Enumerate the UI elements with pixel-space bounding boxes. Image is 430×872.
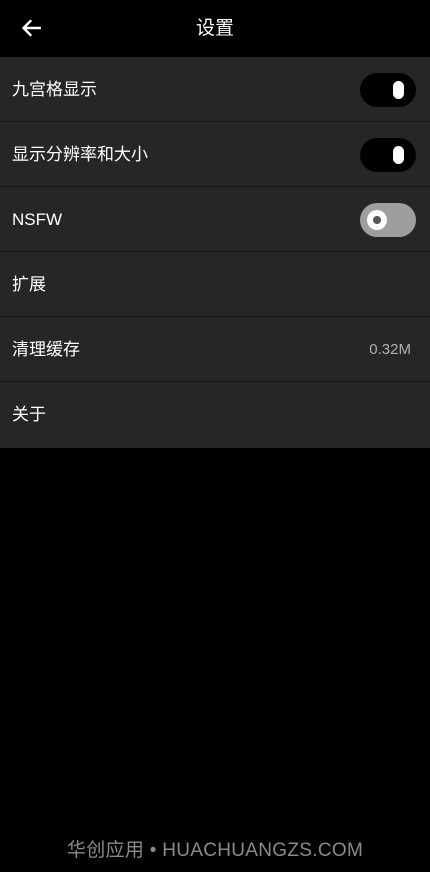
show-resolution-toggle[interactable]: [360, 138, 416, 172]
setting-clear-cache[interactable]: 清理缓存 0.32M: [0, 317, 430, 382]
grid-display-toggle[interactable]: [360, 73, 416, 107]
setting-show-resolution-label: 显示分辨率和大小: [12, 145, 148, 165]
toggle-knob: [367, 210, 387, 230]
setting-grid-display-label: 九宫格显示: [12, 80, 97, 100]
setting-show-resolution[interactable]: 显示分辨率和大小: [0, 122, 430, 187]
setting-nsfw-label: NSFW: [12, 210, 63, 229]
page-title: 设置: [195, 17, 234, 39]
setting-grid-display[interactable]: 九宫格显示: [0, 57, 430, 122]
watermark-text: 华创应用 • HUACHUANGZS.COM: [66, 840, 364, 861]
settings-list: 九宫格显示 显示分辨率和大小 NSFW 扩展 清理缓存 0.32M 关于: [0, 57, 430, 448]
cache-size-value: 0.32M: [369, 341, 411, 358]
setting-clear-cache-label: 清理缓存: [12, 340, 80, 360]
setting-extensions-label: 扩展: [12, 275, 46, 295]
toggle-knob: [393, 146, 404, 164]
setting-about[interactable]: 关于: [0, 382, 430, 448]
nsfw-toggle[interactable]: [360, 203, 416, 237]
setting-nsfw[interactable]: NSFW: [0, 187, 430, 252]
setting-about-label: 关于: [12, 405, 46, 425]
app-header: 设置: [0, 0, 430, 57]
setting-extensions[interactable]: 扩展: [0, 252, 430, 317]
toggle-knob: [393, 81, 404, 99]
